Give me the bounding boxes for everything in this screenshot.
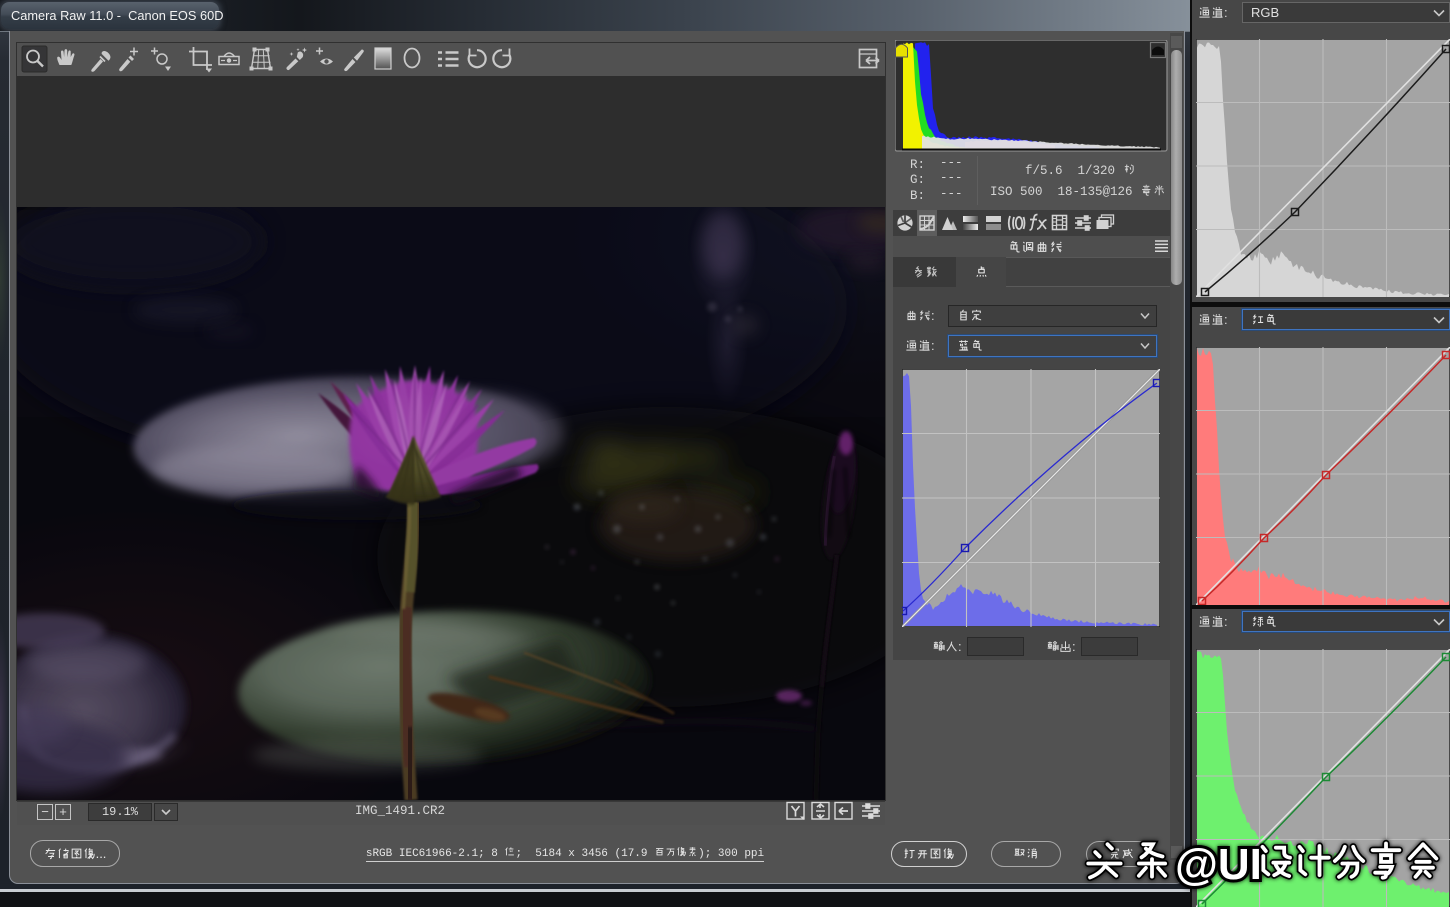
svg-text:@UI: @UI <box>1175 840 1262 889</box>
